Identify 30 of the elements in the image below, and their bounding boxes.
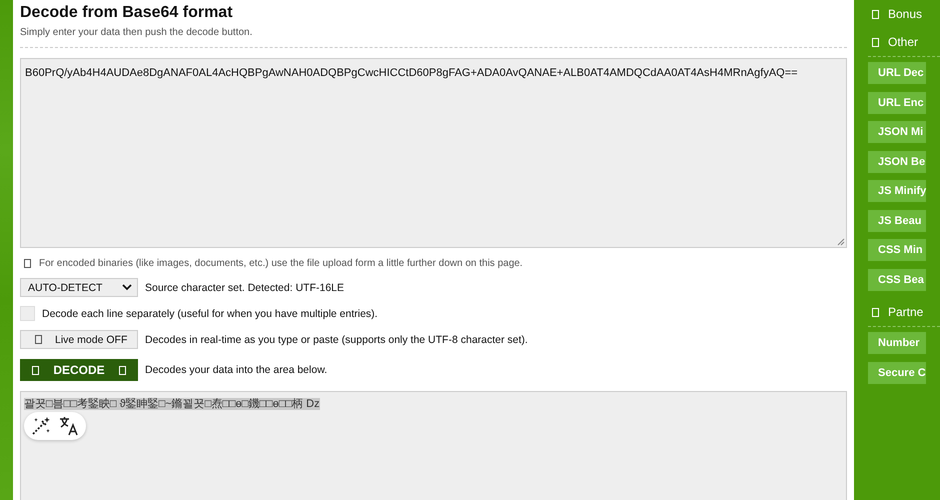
chevron-down-icon (122, 284, 132, 291)
decode-button[interactable]: DECODE (20, 359, 138, 381)
live-mode-button[interactable]: Live mode OFF (20, 330, 138, 349)
sidebar-link[interactable]: JSON Be (868, 150, 926, 172)
page-subtitle: Simply enter your data then push the decode button. (20, 27, 254, 38)
sidebar-link[interactable]: URL Dec (868, 62, 926, 84)
translate-icon[interactable] (58, 415, 80, 437)
sidebar-link[interactable]: JSON Mi (868, 121, 926, 143)
sidebar-heading: Other (888, 35, 918, 49)
live-mode-description: Decodes in real-time as you type or paste (supports only the UTF-8 character set). (145, 334, 528, 346)
sidebar-link[interactable]: CSS Bea (868, 268, 926, 290)
sidebar-heading: Bonus (888, 7, 922, 21)
sidebar-link[interactable]: JS Beau (868, 210, 926, 232)
charset-label: Source character set. Detected: UTF-16LE (145, 282, 344, 294)
charset-select[interactable]: AUTO-DETECT (20, 278, 138, 297)
checkbox[interactable] (20, 306, 35, 321)
magic-wand-icon[interactable] (30, 415, 52, 437)
output-field[interactable]: 괄꾯□븜□□考鋻眏□ ϑ鋻眒鋻□~鏅꾈꾯□焘□□ɵ□鐖□□ɵ□□柄 Dz (20, 391, 847, 500)
sidebar-link[interactable]: Number (868, 332, 926, 354)
checkbox-label: Decode each line separately (useful for when you have multiple entries). (42, 308, 378, 320)
input-field[interactable]: B60PrQ/yAb4H4AUDAe8DgANAF0AL4AcHQBPgAwNAH0ADQBPgCwcHICCtD60P8gFAG+ADA0AvQANAE+ALB0AT4AMDQCdAA0AT4AsH4MRnAgfyAQ== (20, 58, 847, 248)
upload-note: For encoded binaries (like images, documents, etc.) use the file upload form a little further down on this page. (39, 258, 523, 269)
sidebar-link[interactable]: Secure C (868, 362, 926, 384)
decode-description: Decodes your data into the area below. (145, 364, 328, 376)
sidebar-link[interactable]: JS Minify (868, 180, 926, 202)
sidebar-heading: Partne (888, 305, 924, 319)
sidebar-link[interactable]: URL Enc (868, 92, 926, 114)
sidebar-link[interactable]: CSS Min (868, 239, 926, 261)
resize-handle-icon[interactable] (837, 238, 845, 246)
page-title: Decode from Base64 format (20, 3, 234, 23)
